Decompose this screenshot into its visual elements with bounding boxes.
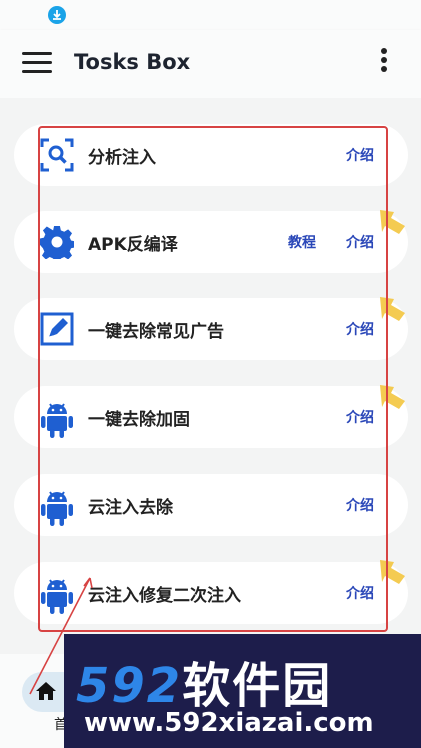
watermark-logo-digits: 592: [76, 658, 183, 714]
annotation-highlight-box: [38, 126, 388, 632]
app-title: Tosks Box: [74, 50, 191, 74]
watermark-logo: 592软件园: [76, 646, 332, 716]
more-options-icon[interactable]: [376, 48, 392, 80]
home-icon: [34, 680, 58, 708]
menu-icon[interactable]: [22, 52, 52, 74]
watermark-banner: 592软件园 www.592xiazai.com: [64, 634, 421, 748]
watermark-logo-text: 软件园: [182, 658, 333, 714]
watermark-url: www.592xiazai.com: [84, 708, 374, 738]
download-icon: [48, 6, 66, 24]
status-bar: [0, 0, 421, 30]
app-bar: Tosks Box: [0, 30, 421, 98]
